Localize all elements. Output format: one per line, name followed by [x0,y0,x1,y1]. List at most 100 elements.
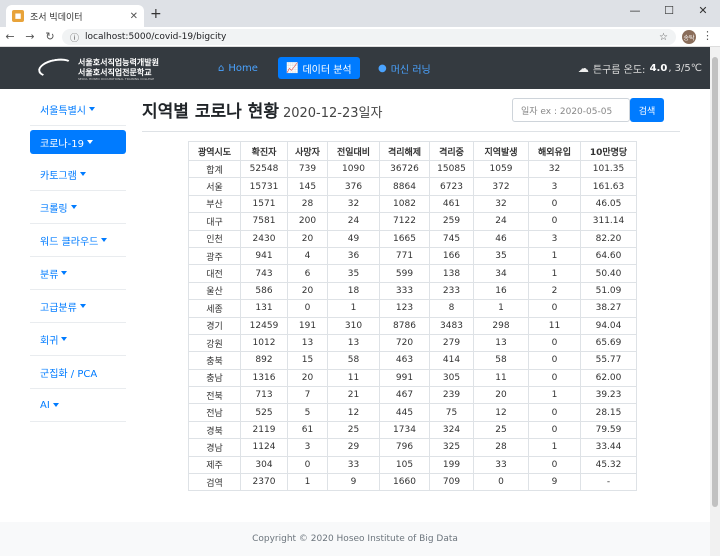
table-cell: 1 [528,246,581,266]
tab-title: 조서 빅데이터 [30,12,83,23]
sidebar-item-regression[interactable]: 회귀 [30,323,126,356]
browser-tab[interactable]: ■ 조서 빅데이터 ✕ [6,5,144,27]
weather-temp: 4.0 [649,63,668,74]
table-cell: 1082 [379,194,430,214]
table-cell: 합계 [188,159,241,179]
reload-button[interactable]: ↻ [40,30,60,43]
table-cell: 525 [240,403,288,422]
table-cell: 0 [287,455,328,475]
table-cell: 463 [379,351,430,370]
favicon-icon: ■ [12,10,24,22]
sidebar-item-classification[interactable]: 분류 [30,257,126,290]
new-tab-button[interactable]: + [150,6,162,22]
table-cell: 311.14 [580,212,637,231]
table-cell: 52548 [240,159,288,179]
table-cell: 세종 [188,299,241,318]
sidebar-item-label: 분류 [40,269,59,281]
table-cell: 대구 [188,212,241,231]
table-row: 서울 15731 145 376 8864 6723 372 3 161.63 [188,177,637,196]
table-cell: 166 [429,246,474,266]
table-cell: 인천 [188,229,241,248]
scrollbar-thumb[interactable] [712,57,718,507]
table-cell: 445 [379,403,430,422]
sidebar-item-wordcloud[interactable]: 워드 클라우드 [30,224,126,257]
top-navbar: 서울호서직업능력개발원 서울호서직업전문학교 SEOUL HOSEO OCCUP… [0,47,710,89]
table-cell: 2430 [240,229,288,248]
table-cell: 94.04 [580,316,637,335]
maximize-button[interactable]: ☐ [652,0,686,20]
table-cell: 298 [473,316,529,335]
table-cell: 36 [327,246,380,266]
nav-home[interactable]: ⌂ Home [210,57,266,79]
table-cell: 0 [528,368,581,388]
table-cell: 4 [287,246,328,266]
table-cell: 2119 [240,420,288,440]
table-cell: 414 [429,351,474,370]
sidebar-item-clustering[interactable]: 군집화 / PCA [30,356,126,389]
table-cell: 1316 [240,368,288,388]
nav-data-analysis[interactable]: 📈 데이터 분석 [278,57,360,79]
sidebar-item-seoul[interactable]: 서울특별시 [30,93,126,126]
page-scrollbar[interactable] [710,47,720,556]
sidebar-item-advanced-classification[interactable]: 고급분류 [30,290,126,323]
table-cell: 25 [327,420,380,440]
cloud-icon: ☁ [577,62,589,75]
table-cell: 33 [327,455,380,475]
divider [142,131,680,132]
table-cell: 46 [473,229,529,248]
table-cell: 64.60 [580,246,637,266]
bookmark-star-icon[interactable]: ☆ [659,32,668,43]
info-icon[interactable]: ⓘ [70,31,79,44]
school-logo[interactable]: 서울호서직업능력개발원 서울호서직업전문학교 SEOUL HOSEO OCCUP… [36,55,159,81]
table-cell: 1012 [240,333,288,353]
table-cell: 경남 [188,438,241,457]
table-row: 울산 586 20 18 333 233 16 2 51.09 [188,281,637,301]
forward-button[interactable]: → [20,30,40,43]
logo-line-3: SEOUL HOSEO OCCUPATIONAL TRAINING COLLEG… [78,77,155,81]
chart-line-icon: 📈 [286,62,299,74]
table-cell: 138 [429,264,474,283]
covid-region-table: 광역시도 확진자 사망자 전일대비 격리해제 격리중 지역발생 해외유입 10만명당 합계 525… [188,141,637,492]
table-row: 경남 1124 3 29 796 325 28 1 33.44 [188,438,637,457]
date-search-input[interactable]: 일자 ex : 2020-05-05 [512,98,630,122]
table-cell: 743 [240,264,288,283]
table-cell: 7 [287,386,328,405]
caret-down-icon [61,337,68,341]
table-cell: 709 [429,473,474,492]
table-cell: 279 [429,333,474,353]
browser-menu-icon[interactable]: ⋮ [702,29,713,42]
table-cell: 713 [240,386,288,405]
caret-down-icon [61,271,68,275]
table-cell: 20 [287,281,328,301]
close-window-button[interactable]: ✕ [686,0,720,20]
sidebar-item-crawling[interactable]: 크롤링 [30,191,126,224]
sidebar-item-ai[interactable]: AI [30,389,126,422]
table-row: 부산 1571 28 32 1082 461 32 0 46.05 [188,194,637,214]
table-cell: 892 [240,351,288,370]
table-row: 제주 304 0 33 105 199 33 0 45.32 [188,455,637,475]
table-cell: 1059 [473,159,529,179]
weather-widget: ☁ 튼구름 온도: 4.0, 3/5℃ [578,61,702,76]
back-button[interactable]: ← [0,30,20,43]
table-cell: 28.15 [580,403,637,422]
table-cell: 161.63 [580,177,637,196]
sidebar-item-label: 코로나-19 [40,138,84,150]
table-cell: 50.40 [580,264,637,283]
sidebar-item-covid19[interactable]: 코로나-19 [30,130,126,154]
address-bar[interactable]: ⓘ localhost:5000/covid-19/bigcity ☆ [62,29,676,45]
sidebar-item-cartogram[interactable]: 카토그램 [30,158,126,191]
search-button[interactable]: 검색 [630,98,664,122]
close-tab-icon[interactable]: ✕ [130,11,138,22]
table-cell: 82.20 [580,229,637,248]
table-cell: 11 [473,368,529,388]
nav-machine-learning[interactable]: ● 머신 러닝 [370,57,439,79]
table-header-cell: 전일대비 [327,141,380,161]
home-icon: ⌂ [218,62,225,74]
minimize-button[interactable]: — [618,0,652,20]
table-cell: 1571 [240,194,288,214]
weather-range: , 3/5℃ [668,63,702,74]
table-row: 합계 52548 739 1090 36726 15085 1059 32 101.35 [188,159,637,179]
profile-avatar[interactable]: 송탁 [682,30,696,44]
table-cell: 12459 [240,316,288,335]
table-cell: 15731 [240,177,288,196]
